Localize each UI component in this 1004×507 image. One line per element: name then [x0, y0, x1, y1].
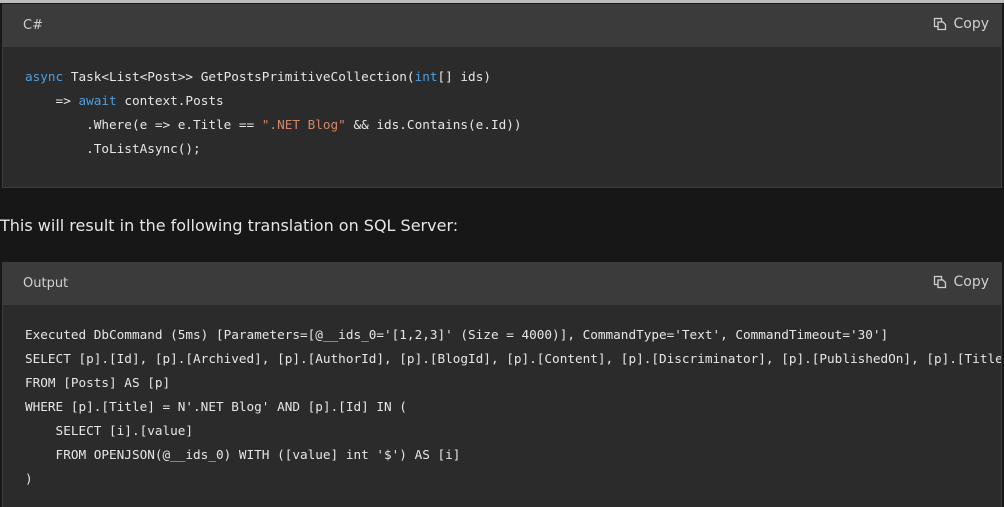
- code-token: [] ids): [437, 69, 491, 84]
- output-code-block: Output Copy Executed DbCommand (5ms) [Pa…: [2, 262, 1002, 507]
- copy-label: Copy: [953, 16, 989, 32]
- code-line: .ToListAsync();: [25, 137, 1001, 161]
- copy-button[interactable]: Copy: [933, 16, 989, 32]
- csharp-code: async Task<List<Post>> GetPostsPrimitive…: [3, 47, 1001, 161]
- code-token: ".NET Blog": [261, 117, 346, 132]
- code-line: ): [25, 471, 33, 486]
- code-token: && ids.Contains(e.Id)): [345, 117, 522, 132]
- language-label: C#: [23, 18, 43, 33]
- code-line: SELECT [p].[Id], [p].[Archived], [p].[Au…: [25, 351, 1001, 366]
- top-border: [0, 0, 1004, 3]
- copy-button[interactable]: Copy: [933, 274, 989, 290]
- code-token: =>: [25, 93, 79, 108]
- code-line: FROM [Posts] AS [p]: [25, 375, 171, 390]
- output-code: Executed DbCommand (5ms) [Parameters=[@_…: [3, 305, 1001, 491]
- code-line: Executed DbCommand (5ms) [Parameters=[@_…: [25, 327, 889, 342]
- code-token: await: [78, 93, 117, 108]
- code-token: Task<List<Post>> GetPostsPrimitiveCollec…: [63, 69, 415, 84]
- csharp-code-block: C# Copy async Task<List<Post>> GetPostsP…: [2, 4, 1002, 188]
- code-token: async: [25, 69, 64, 84]
- code-block-header: C# Copy: [3, 5, 1001, 47]
- code-line: async Task<List<Post>> GetPostsPrimitive…: [25, 65, 1001, 89]
- code-token: .Where(e => e.Title ==: [25, 117, 262, 132]
- code-line: WHERE [p].[Title] = N'.NET Blog' AND [p]…: [25, 399, 407, 414]
- copy-icon: [934, 275, 947, 289]
- code-token: .ToListAsync();: [25, 141, 201, 156]
- code-line: => await context.Posts: [25, 89, 1001, 113]
- paragraph-text: This will result in the following transl…: [0, 216, 459, 235]
- copy-icon: [934, 17, 947, 31]
- language-label: Output: [23, 276, 69, 291]
- code-line: FROM OPENJSON(@__ids_0) WITH ([value] in…: [25, 447, 461, 462]
- code-block-header: Output Copy: [3, 263, 1001, 305]
- code-token: int: [414, 69, 438, 84]
- code-token: context.Posts: [116, 93, 224, 108]
- code-line: SELECT [i].[value]: [25, 423, 194, 438]
- code-line: .Where(e => e.Title == ".NET Blog" && id…: [25, 113, 1001, 137]
- copy-label: Copy: [953, 274, 989, 290]
